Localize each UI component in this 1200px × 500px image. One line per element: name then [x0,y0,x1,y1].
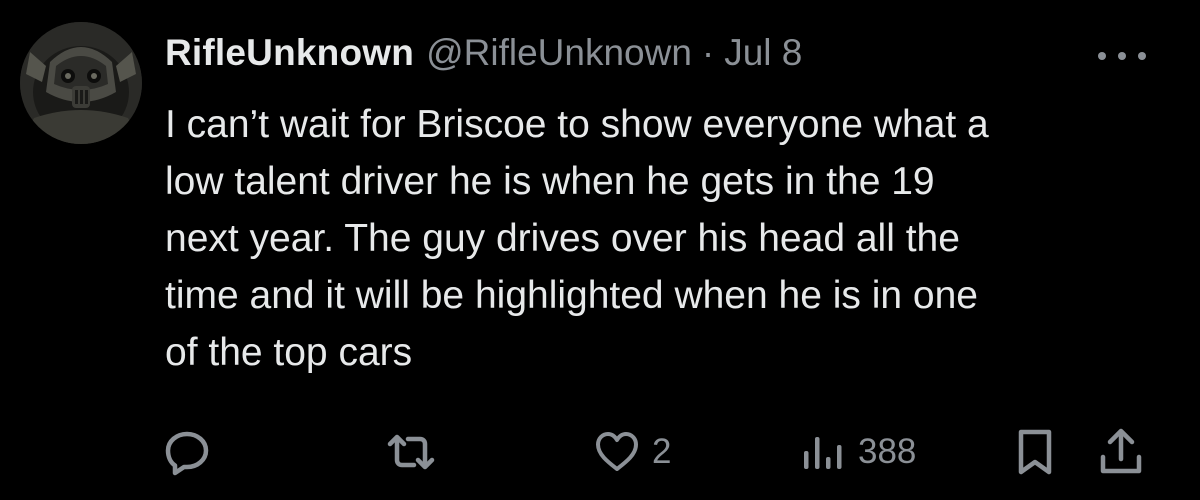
more-dot-icon [1138,52,1146,60]
tweet-header: RifleUnknown @RifleUnknown · Jul 8 [165,32,802,82]
tweet-text-line: time and it will be highlighted when he … [165,274,979,317]
tweet-text-line: of the top cars [165,331,413,374]
more-dot-icon [1118,52,1126,60]
reply-button[interactable] [162,420,212,484]
tweet-text: I can’t wait for Briscoe to show everyon… [165,96,1175,381]
reply-icon [165,431,209,476]
repost-button[interactable] [384,420,438,484]
avatar-image [20,22,142,144]
tweet: RifleUnknown @RifleUnknown · Jul 8 I can… [0,0,1200,500]
tweet-text-line: next year. The guy drives over his head … [165,217,960,260]
tweet-date[interactable]: Jul 8 [724,32,802,74]
more-options-button[interactable] [1098,44,1146,68]
heart-icon [596,432,638,471]
like-count: 2 [652,432,672,471]
views-icon [804,437,842,469]
views-button[interactable]: 388 [800,420,916,484]
action-bar: 2 388 [0,420,1200,484]
share-button[interactable] [1098,420,1144,484]
display-name[interactable]: RifleUnknown [165,32,414,74]
bookmark-button[interactable] [1014,420,1056,484]
views-count: 388 [858,432,917,471]
tweet-text-line: I can’t wait for Briscoe to show everyon… [165,103,989,146]
bookmark-icon [1018,429,1052,475]
repost-icon [387,434,435,470]
share-icon [1100,428,1142,474]
tweet-text-line: low talent driver he is when he gets in … [165,160,935,203]
like-button[interactable]: 2 [594,420,671,484]
avatar[interactable] [20,22,142,144]
more-dot-icon [1098,52,1106,60]
separator-dot: · [701,32,715,73]
user-handle[interactable]: @RifleUnknown [426,32,692,74]
